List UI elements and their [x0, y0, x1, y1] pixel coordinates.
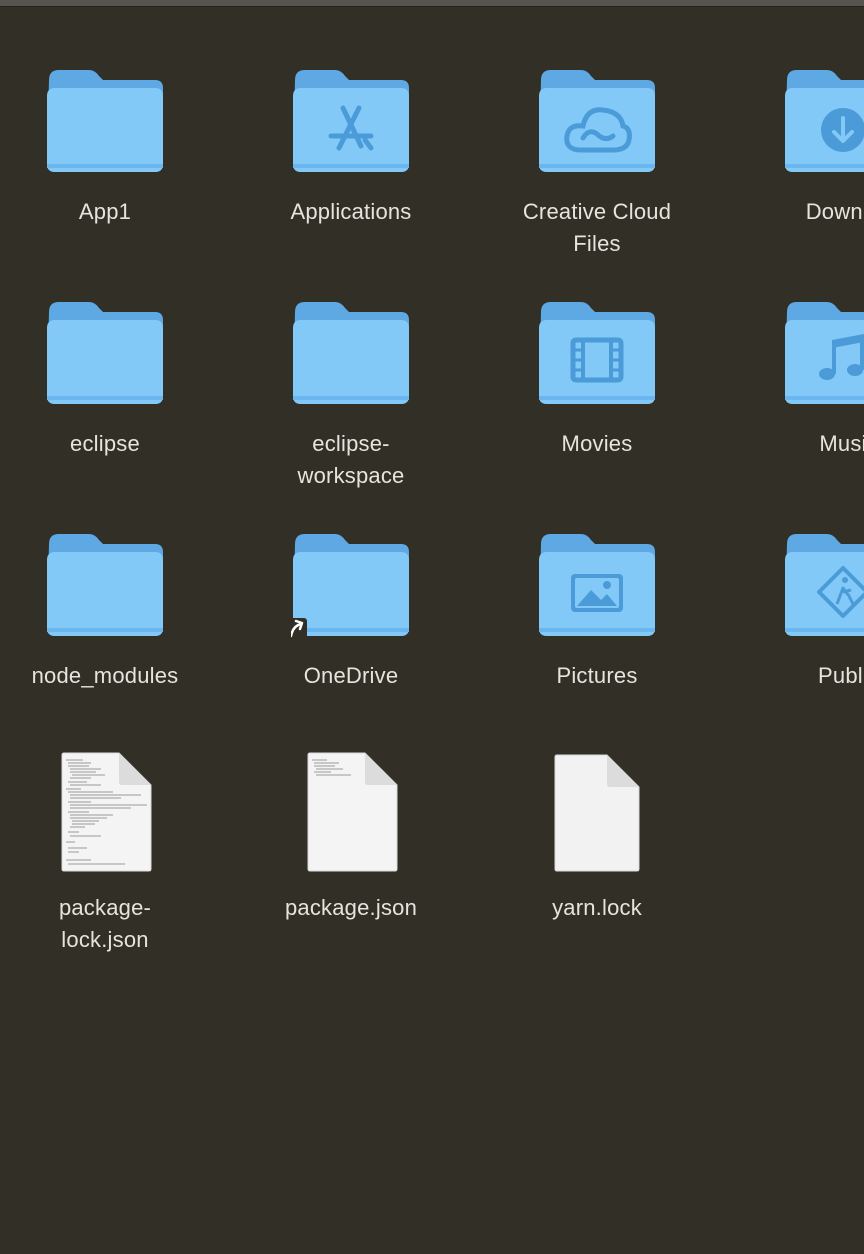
file-label: eclipse [70, 431, 140, 456]
file-item-eclipse-workspace[interactable]: eclipse- workspace [251, 292, 451, 492]
file-item-creative-cloud-files[interactable]: Creative Cloud Files [497, 60, 697, 260]
folder-icon [293, 302, 409, 404]
folder-icon [539, 534, 655, 636]
blank-document-icon [554, 754, 640, 872]
file-item-eclipse[interactable]: eclipse [5, 292, 205, 492]
folder-icon [539, 70, 655, 172]
file-label: package.json [284, 895, 418, 920]
file-item-app1[interactable]: App1 [5, 60, 205, 260]
file-item-music[interactable]: Musi [743, 292, 864, 492]
file-label: OneDrive [303, 663, 399, 688]
folder-icon [539, 302, 655, 404]
file-label: Applications [290, 199, 412, 224]
file-label: package- lock.json [58, 895, 152, 952]
file-item-onedrive[interactable]: OneDrive [251, 524, 451, 724]
file-item-downloads[interactable]: Downlo [743, 60, 864, 260]
folder-icon [291, 534, 409, 638]
text-document-icon [307, 752, 398, 872]
folder-icon [47, 70, 163, 172]
file-item-package-lock-json[interactable]: package- lock.json [5, 748, 205, 952]
file-label: Musi [819, 431, 864, 456]
picture-icon [571, 574, 623, 612]
file-item-applications[interactable]: Applications [251, 60, 451, 260]
folder-icon [785, 70, 864, 172]
file-label: yarn.lock [552, 895, 642, 920]
file-label: Downlo [805, 199, 864, 224]
folder-icon [785, 302, 864, 404]
text-document-icon [61, 752, 152, 872]
alias-arrow-icon [291, 618, 307, 638]
file-label: node_modules [31, 663, 179, 688]
file-item-movies[interactable]: Movies [497, 292, 697, 492]
folder-icon [785, 534, 864, 636]
file-label: Publi [818, 663, 864, 688]
file-item-pictures[interactable]: Pictures [497, 524, 697, 724]
file-label: App1 [78, 199, 132, 224]
file-label: Movies [561, 431, 633, 456]
finder-icon-grid: App1 Applications Creative Cloud Files D… [0, 0, 864, 1254]
file-label: eclipse- workspace [297, 431, 405, 488]
file-label: Pictures [556, 663, 638, 688]
folder-icon [47, 534, 163, 636]
download-icon [821, 108, 864, 152]
file-item-node-modules[interactable]: node_modules [5, 524, 205, 724]
folder-icon [47, 302, 163, 404]
file-label: Creative Cloud Files [522, 199, 672, 256]
folder-icon [293, 70, 409, 172]
file-item-package-json[interactable]: package.json [251, 748, 451, 948]
file-item-yarn-lock[interactable]: yarn.lock [497, 748, 697, 948]
file-item-public[interactable]: Publi [743, 524, 864, 724]
